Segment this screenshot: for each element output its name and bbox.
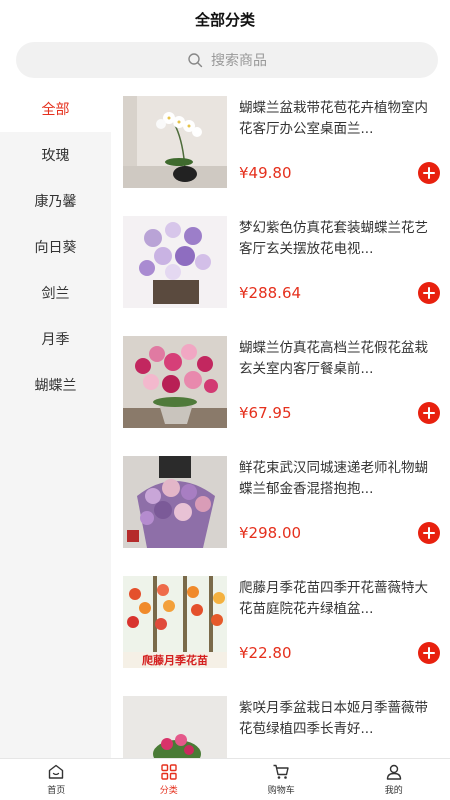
tab-label: 首页 — [47, 786, 66, 796]
add-to-cart-button[interactable] — [418, 162, 440, 184]
svg-text:爬藤月季花苗: 爬藤月季花苗 — [142, 653, 208, 667]
product-title: 梦幻紫色仿真花套装蝴蝶兰花艺 客厅玄关摆放花电视... — [239, 220, 428, 257]
tab-cart[interactable]: 购物车 — [225, 759, 338, 800]
product-title: 蝴蝶兰盆栽带花苞花卉植物室内花客厅办公室桌面兰... — [239, 100, 428, 137]
product-price: ¥288.64 — [239, 284, 302, 302]
sidebar-item-carnation[interactable]: 康乃馨 — [0, 178, 111, 224]
sidebar-item-all[interactable]: 全部 — [0, 86, 111, 132]
category-icon — [161, 764, 177, 780]
header: 全部分类 — [0, 0, 450, 38]
sidebar-item-sunflower[interactable]: 向日葵 — [0, 224, 111, 270]
product-image-purple-bouquet[interactable] — [123, 456, 227, 548]
tab-home[interactable]: 首页 — [0, 759, 113, 800]
search-placeholder: 搜索商品 — [211, 53, 267, 69]
tab-label: 我的 — [384, 786, 403, 796]
sidebar-item-rose[interactable]: 玫瑰 — [0, 132, 111, 178]
product-title: 爬藤月季花苗四季开花蔷薇特大花苗庭院花卉绿植盆... — [239, 580, 428, 617]
search-container: 搜索商品 — [0, 38, 450, 78]
tab-profile[interactable]: 我的 — [338, 759, 450, 800]
product-item[interactable]: 爬藤月季花苗 爬藤月季花苗四季开花蔷薇特大花苗庭院花卉绿植盆... ¥22.80 — [123, 566, 450, 686]
plus-icon — [423, 527, 435, 539]
sidebar-item-orchid[interactable]: 蝴蝶兰 — [0, 362, 111, 408]
category-sidebar: 全部 玫瑰 康乃馨 向日葵 剑兰 月季 蝴蝶兰 — [0, 86, 111, 758]
product-price: ¥49.80 — [239, 164, 292, 182]
page-title: 全部分类 — [194, 10, 255, 29]
product-title: 蝴蝶兰仿真花高档兰花假花盆栽玄关室内客厅餐桌前... — [239, 340, 428, 377]
plus-icon — [423, 287, 435, 299]
tab-label: 购物车 — [267, 786, 295, 796]
add-to-cart-button[interactable] — [418, 642, 440, 664]
tab-label: 分类 — [159, 786, 178, 796]
tab-category[interactable]: 分类 — [113, 759, 226, 800]
plus-icon — [423, 407, 435, 419]
product-title: 鲜花束武汉同城速递老师礼物蝴蝶兰郁金香混搭抱抱... — [239, 460, 428, 497]
main-body: 全部 玫瑰 康乃馨 向日葵 剑兰 月季 蝴蝶兰 蝴蝶兰盆栽带花苞花卉植物室内花客… — [0, 86, 450, 758]
add-to-cart-button[interactable] — [418, 402, 440, 424]
product-image-climbing-rose[interactable]: 爬藤月季花苗 — [123, 576, 227, 668]
cart-icon — [273, 764, 289, 779]
product-image-pink-orchid[interactable] — [123, 336, 227, 428]
bottom-tab-bar: 首页 分类 购物车 我的 — [0, 758, 450, 800]
user-icon — [386, 764, 401, 780]
product-image-purple-orchid[interactable] — [123, 216, 227, 308]
home-icon — [49, 764, 64, 779]
product-price: ¥298.00 — [239, 524, 302, 542]
product-list: 蝴蝶兰盆栽带花苞花卉植物室内花客厅办公室桌面兰... ¥49.80 梦幻紫色仿真… — [111, 86, 450, 758]
search-icon — [188, 53, 203, 68]
product-title: 紫咲月季盆栽日本姬月季蔷薇带花苞绿植四季长青好... — [239, 700, 428, 737]
product-item[interactable]: 紫咲月季盆栽日本姬月季蔷薇带花苞绿植四季长青好... — [123, 686, 450, 758]
add-to-cart-button[interactable] — [418, 522, 440, 544]
product-image-white-orchid[interactable] — [123, 96, 227, 188]
search-input[interactable]: 搜索商品 — [16, 42, 438, 78]
product-price: ¥22.80 — [239, 644, 292, 662]
product-item[interactable]: 梦幻紫色仿真花套装蝴蝶兰花艺 客厅玄关摆放花电视... ¥288.64 — [123, 206, 450, 326]
sidebar-item-gladiolus[interactable]: 剑兰 — [0, 270, 111, 316]
plus-icon — [423, 167, 435, 179]
sidebar-item-chinese-rose[interactable]: 月季 — [0, 316, 111, 362]
product-price: ¥67.95 — [239, 404, 292, 422]
product-item[interactable]: 鲜花束武汉同城速递老师礼物蝴蝶兰郁金香混搭抱抱... ¥298.00 — [123, 446, 450, 566]
product-item[interactable]: 蝴蝶兰仿真花高档兰花假花盆栽玄关室内客厅餐桌前... ¥67.95 — [123, 326, 450, 446]
add-to-cart-button[interactable] — [418, 282, 440, 304]
product-item[interactable]: 蝴蝶兰盆栽带花苞花卉植物室内花客厅办公室桌面兰... ¥49.80 — [123, 86, 450, 206]
plus-icon — [423, 647, 435, 659]
product-image-rose-pot[interactable] — [123, 696, 227, 758]
